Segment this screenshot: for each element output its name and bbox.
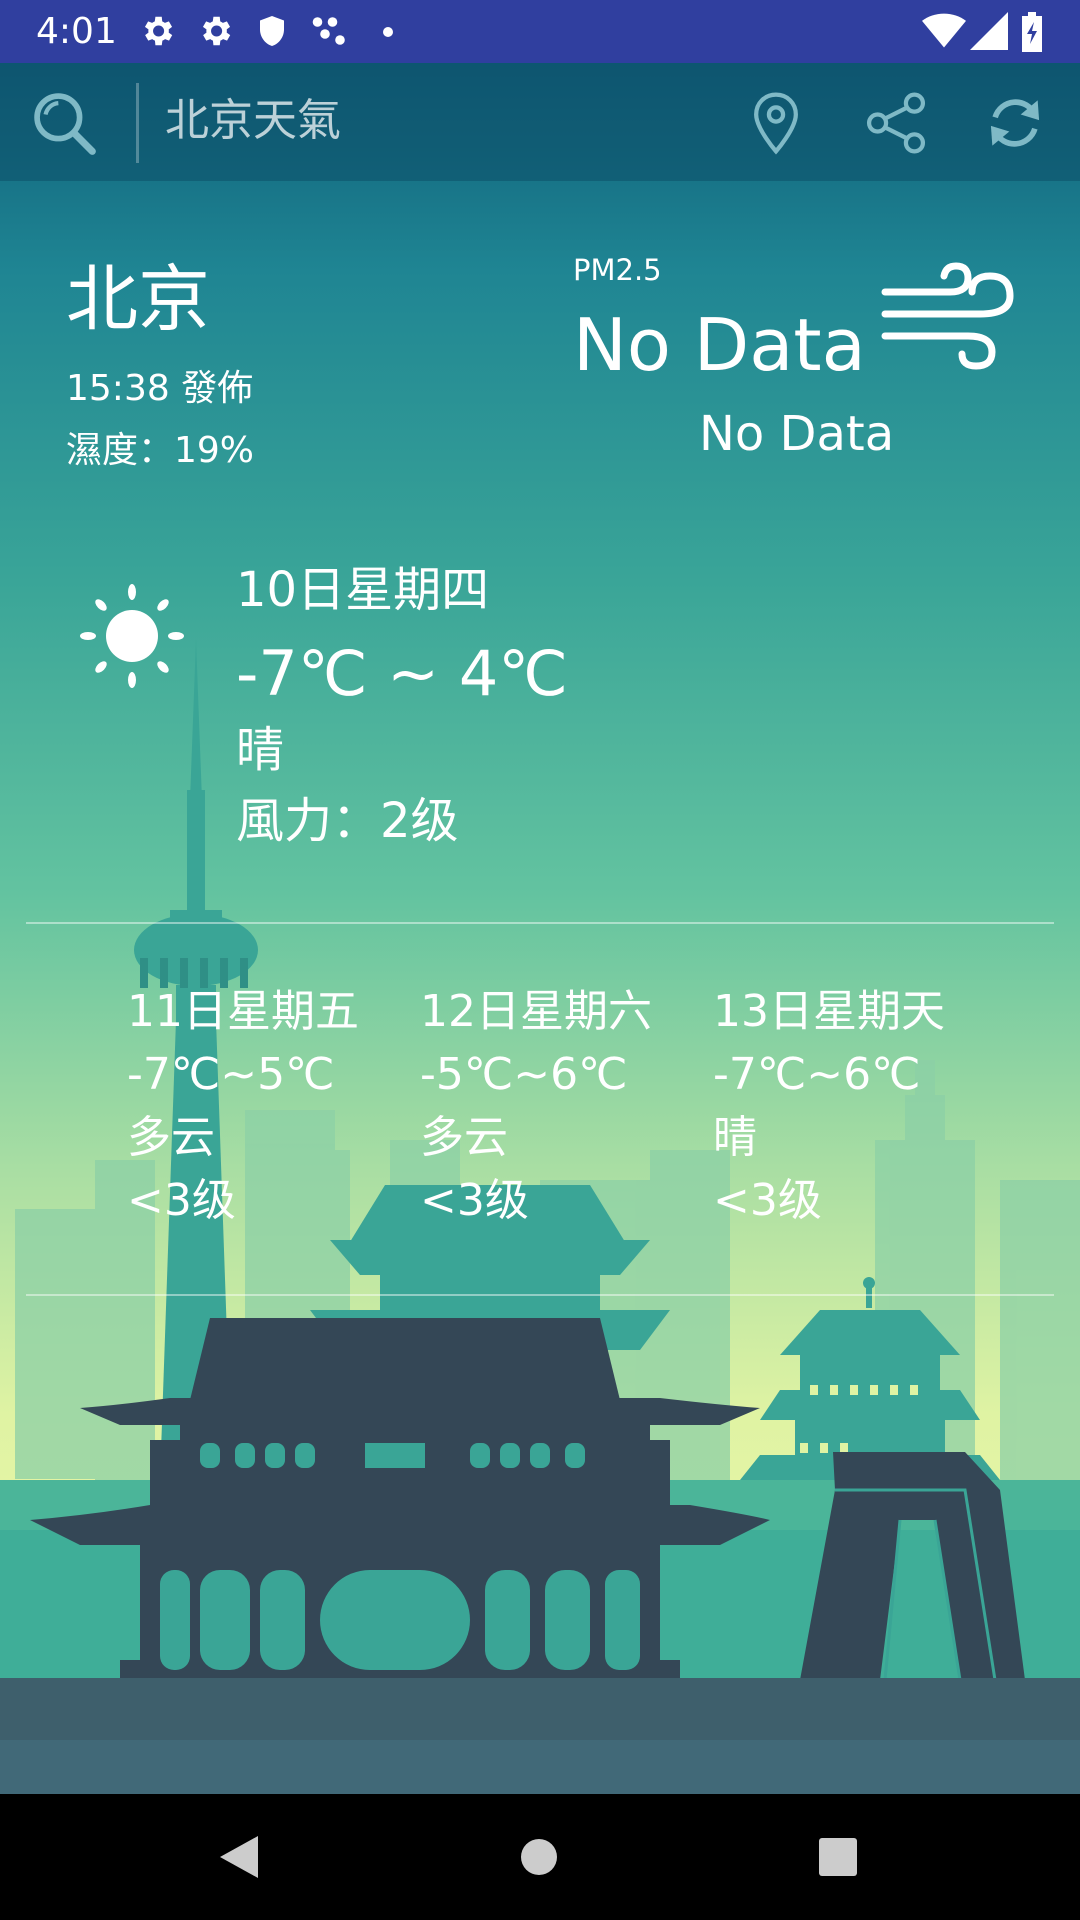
pm25-quality: No Data	[699, 406, 895, 462]
humidity: 濕度：19%	[66, 430, 255, 471]
toolbar: 北京天氣	[0, 63, 1080, 181]
forecast-wind: <3级	[127, 1175, 236, 1226]
gear-icon	[144, 16, 173, 46]
sun-icon	[80, 584, 184, 688]
today-wind: 風力：2级	[236, 793, 459, 849]
wind-icon	[881, 262, 1014, 370]
gear-icon	[202, 16, 231, 46]
forecast-date: 12日星期六	[420, 986, 652, 1037]
forecast-temperature: -7℃~6℃	[713, 1049, 921, 1100]
battery-icon	[1022, 12, 1042, 52]
forecast-condition: 晴	[713, 1112, 757, 1163]
back-button[interactable]	[179, 1794, 299, 1920]
forecast-wind: <3级	[420, 1175, 529, 1226]
today-temperature: -7℃ ~ 4℃	[236, 637, 568, 710]
home-icon	[521, 1839, 557, 1875]
shield-icon	[260, 16, 284, 46]
share-icon[interactable]	[862, 89, 930, 157]
wifi-icon	[922, 13, 966, 48]
divider-top	[26, 922, 1054, 924]
refresh-icon[interactable]	[981, 89, 1049, 157]
forecast-day: 12日星期六 -5℃~6℃ 多云 <3级	[420, 980, 700, 1232]
toolbar-title: 北京天氣	[165, 95, 341, 146]
location-pin-icon[interactable]	[742, 89, 810, 157]
forecast-date: 11日星期五	[127, 986, 359, 1037]
search-icon[interactable]	[30, 89, 98, 157]
divider-bottom	[26, 1294, 1054, 1296]
home-button[interactable]	[479, 1794, 599, 1920]
publish-time: 15:38 發佈	[66, 368, 254, 409]
forecast-temperature: -5℃~6℃	[420, 1049, 628, 1100]
pm25-value: No Data	[573, 303, 866, 387]
today-date: 10日星期四	[236, 562, 490, 618]
forecast-list: 11日星期五 -7℃~5℃ 多云 <3级 12日星期六 -5℃~6℃ 多云 <3…	[0, 980, 1080, 1240]
dots-icon	[312, 17, 345, 45]
recents-button[interactable]	[778, 1794, 898, 1920]
status-bar: 4:01	[0, 0, 1080, 63]
today-condition: 晴	[236, 722, 285, 778]
back-icon	[220, 1836, 258, 1878]
forecast-condition: 多云	[420, 1112, 508, 1163]
forecast-temperature: -7℃~5℃	[127, 1049, 335, 1100]
recents-icon	[819, 1838, 857, 1876]
status-time: 4:01	[36, 11, 117, 52]
forecast-date: 13日星期天	[713, 986, 945, 1037]
dot-icon	[383, 27, 393, 37]
forecast-day: 13日星期天 -7℃~6℃ 晴 <3级	[713, 980, 993, 1232]
signal-icon	[970, 12, 1008, 50]
city-name: 北京	[66, 257, 211, 341]
toolbar-divider	[136, 83, 139, 163]
pm25-label: PM2.5	[573, 253, 662, 287]
forecast-day: 11日星期五 -7℃~5℃ 多云 <3级	[127, 980, 407, 1232]
forecast-condition: 多云	[127, 1112, 215, 1163]
navigation-bar	[0, 1794, 1080, 1920]
forecast-wind: <3级	[713, 1175, 822, 1226]
